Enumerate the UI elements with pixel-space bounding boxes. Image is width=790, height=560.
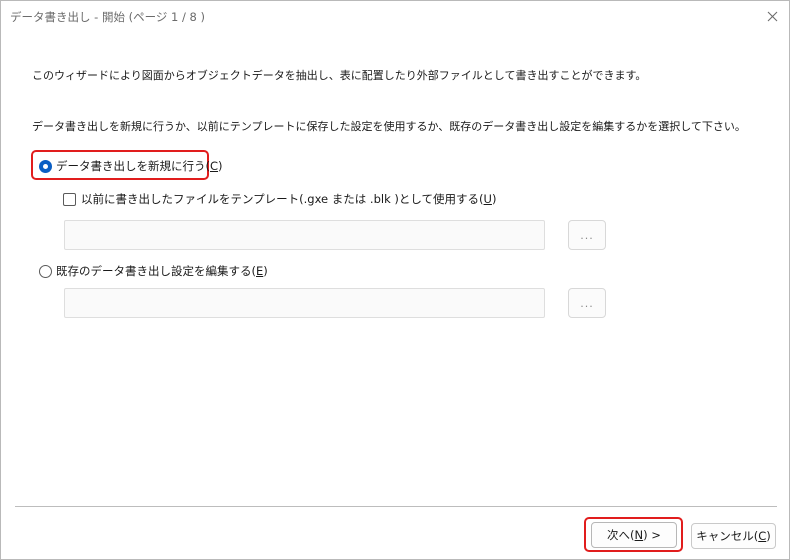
footer-separator <box>15 506 777 507</box>
cancel-button[interactable]: キャンセル(C) <box>691 523 776 549</box>
existing-browse-button[interactable]: ... <box>568 288 606 318</box>
instruction-text: データ書き出しを新規に行うか、以前にテンプレートに保存した設定を使用するか、既存… <box>32 120 746 133</box>
radio-edit-existing-label[interactable]: 既存のデータ書き出し設定を編集する(E) <box>56 263 268 279</box>
template-path-field[interactable] <box>64 220 545 250</box>
radio-button-checked-icon[interactable] <box>39 159 52 173</box>
radio-edit-existing[interactable]: 既存のデータ書き出し設定を編集する(E) <box>39 263 268 279</box>
window-title: データ書き出し - 開始 (ページ 1 / 8 ) <box>10 10 205 24</box>
close-icon <box>767 11 777 21</box>
data-extraction-wizard-window: データ書き出し - 開始 (ページ 1 / 8 ) このウィザードにより図面から… <box>0 0 790 560</box>
radio-new-extraction-label[interactable]: データ書き出しを新規に行う(C) <box>56 158 223 174</box>
intro-text: このウィザードにより図面からオブジェクトデータを抽出し、表に配置したり外部ファイ… <box>32 69 647 82</box>
existing-path-field[interactable] <box>64 288 545 318</box>
template-browse-button[interactable]: ... <box>568 220 606 250</box>
next-button[interactable]: 次へ(N) > <box>591 522 677 548</box>
radio-new-extraction[interactable]: データ書き出しを新規に行う(C) <box>39 158 223 174</box>
radio-button-unchecked-icon[interactable] <box>39 264 52 278</box>
close-button[interactable] <box>761 5 783 27</box>
checkbox-use-template-label[interactable]: 以前に書き出したファイルをテンプレート(.gxe または .blk )として使用… <box>81 191 496 207</box>
checkbox-use-template[interactable]: 以前に書き出したファイルをテンプレート(.gxe または .blk )として使用… <box>63 191 496 207</box>
checkbox-unchecked-icon[interactable] <box>63 192 76 206</box>
title-bar: データ書き出し - 開始 (ページ 1 / 8 ) <box>1 1 789 32</box>
